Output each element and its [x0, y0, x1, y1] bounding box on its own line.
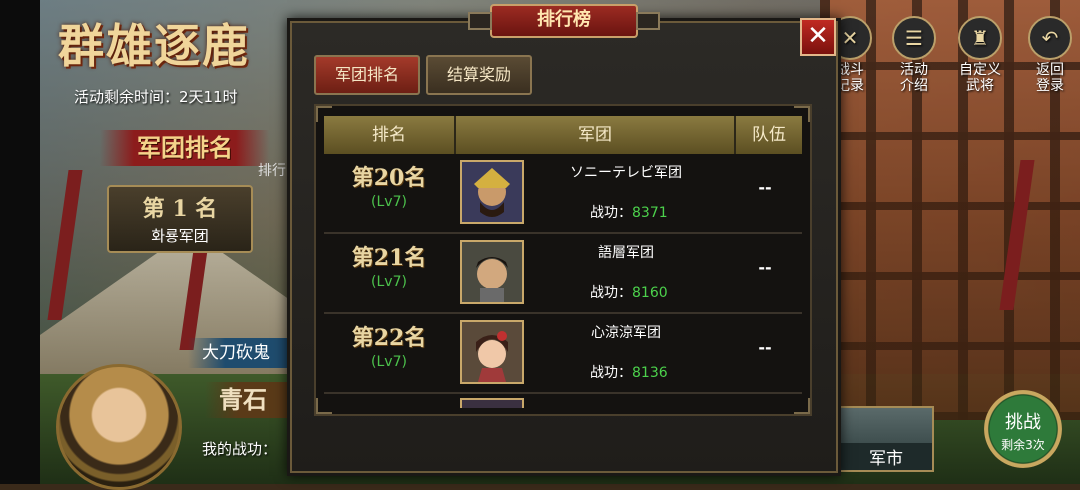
tab-settlement-reward[interactable]: 结算奖励	[426, 55, 532, 95]
screen-edge	[0, 0, 40, 484]
corps-rank-heading: 军团排名	[100, 130, 270, 166]
challenge-label: 挑战	[1005, 412, 1041, 433]
merit-label-text: 战功：	[590, 365, 632, 381]
market-label: 军市	[840, 443, 932, 470]
table-row[interactable]: 第20名 (Lv7) ソニーテレビ军团 战功：8371 --	[324, 156, 802, 234]
team-value: --	[758, 178, 772, 197]
rank-name: 第21名	[351, 245, 427, 271]
ranking-table[interactable]: 排名 军团 队伍 第20名 (Lv7) ソニーテレビ军团 战功：8371 -- …	[314, 104, 812, 416]
corps-name: 語層军团	[598, 245, 654, 261]
tab-corps-ranking[interactable]: 军团排名	[314, 55, 420, 95]
event-info-label: 活动 介绍	[900, 62, 928, 94]
merit-value: 8371	[632, 205, 668, 221]
merit-label-text: 战功：	[590, 285, 632, 301]
challenge-remaining: 剩余3次	[1001, 438, 1045, 452]
team-value: --	[758, 258, 772, 277]
header-rank: 排名	[324, 116, 456, 154]
custom-general-label: 自定义 武将	[959, 62, 1001, 94]
next-row-portrait-partial	[460, 398, 524, 408]
header-corps: 军团	[456, 116, 736, 154]
return-login-label: 返回 登录	[1036, 62, 1064, 94]
first-place-rank: 第 1 名	[142, 196, 218, 222]
corner-ornament	[794, 398, 810, 414]
rank-tab-partial[interactable]: 排行	[258, 160, 286, 180]
rank-level: (Lv7)	[371, 354, 407, 370]
corps-name: ソニーテレビ军团	[570, 165, 682, 181]
merit-value: 8136	[632, 365, 668, 381]
table-row[interactable]: 第21名 (Lv7) 語層军团 战功：8160 --	[324, 236, 802, 314]
custom-general-button[interactable]: ♜ 自定义 武将	[956, 16, 1004, 94]
merit-label-text: 战功：	[590, 205, 632, 221]
game-title: 群雄逐鹿	[58, 19, 250, 73]
return-arrow-icon: ↶	[1028, 16, 1072, 60]
team-value: --	[758, 338, 772, 357]
market-button[interactable]: 军市	[838, 406, 934, 472]
modal-title: 排行榜	[468, 4, 660, 38]
first-place-name: 화룡军团	[151, 227, 209, 245]
red-flag	[47, 170, 83, 320]
first-place-card[interactable]: 第 1 名 화룡军团	[107, 185, 253, 253]
rank-name: 第22名	[351, 325, 427, 351]
event-time-left: 活动剩余时间：2天11时	[74, 88, 238, 106]
young-warrior-portrait	[460, 240, 524, 304]
general-gold-helmet-portrait	[460, 160, 524, 224]
event-info-button[interactable]: ☰ 活动 介绍	[890, 16, 938, 94]
female-general-portrait	[460, 320, 524, 384]
rank-level: (Lv7)	[371, 274, 407, 290]
general-icon: ♜	[958, 16, 1002, 60]
merit: 战功：8136	[590, 362, 668, 382]
close-button[interactable]: ✕	[800, 18, 836, 56]
rank-name: 第20名	[351, 165, 427, 191]
info-scroll-icon: ☰	[892, 16, 936, 60]
merit: 战功：8160	[590, 282, 668, 302]
challenge-button[interactable]: 挑战 剩余3次	[984, 390, 1062, 468]
player-avatar[interactable]	[56, 364, 182, 490]
return-login-button[interactable]: ↶ 返回 登录	[1026, 16, 1074, 94]
rank-level: (Lv7)	[371, 194, 407, 210]
corps-name: 心涼涼军团	[591, 325, 661, 341]
table-header: 排名 军团 队伍	[324, 116, 802, 154]
header-team: 队伍	[736, 116, 802, 154]
merit: 战功：8371	[590, 202, 668, 222]
my-merit-label: 我的战功：	[202, 440, 278, 458]
corner-ornament	[316, 398, 332, 414]
table-row[interactable]: 第22名 (Lv7) 心涼涼军团 战功：8136 --	[324, 316, 802, 394]
merit-value: 8160	[632, 285, 668, 301]
